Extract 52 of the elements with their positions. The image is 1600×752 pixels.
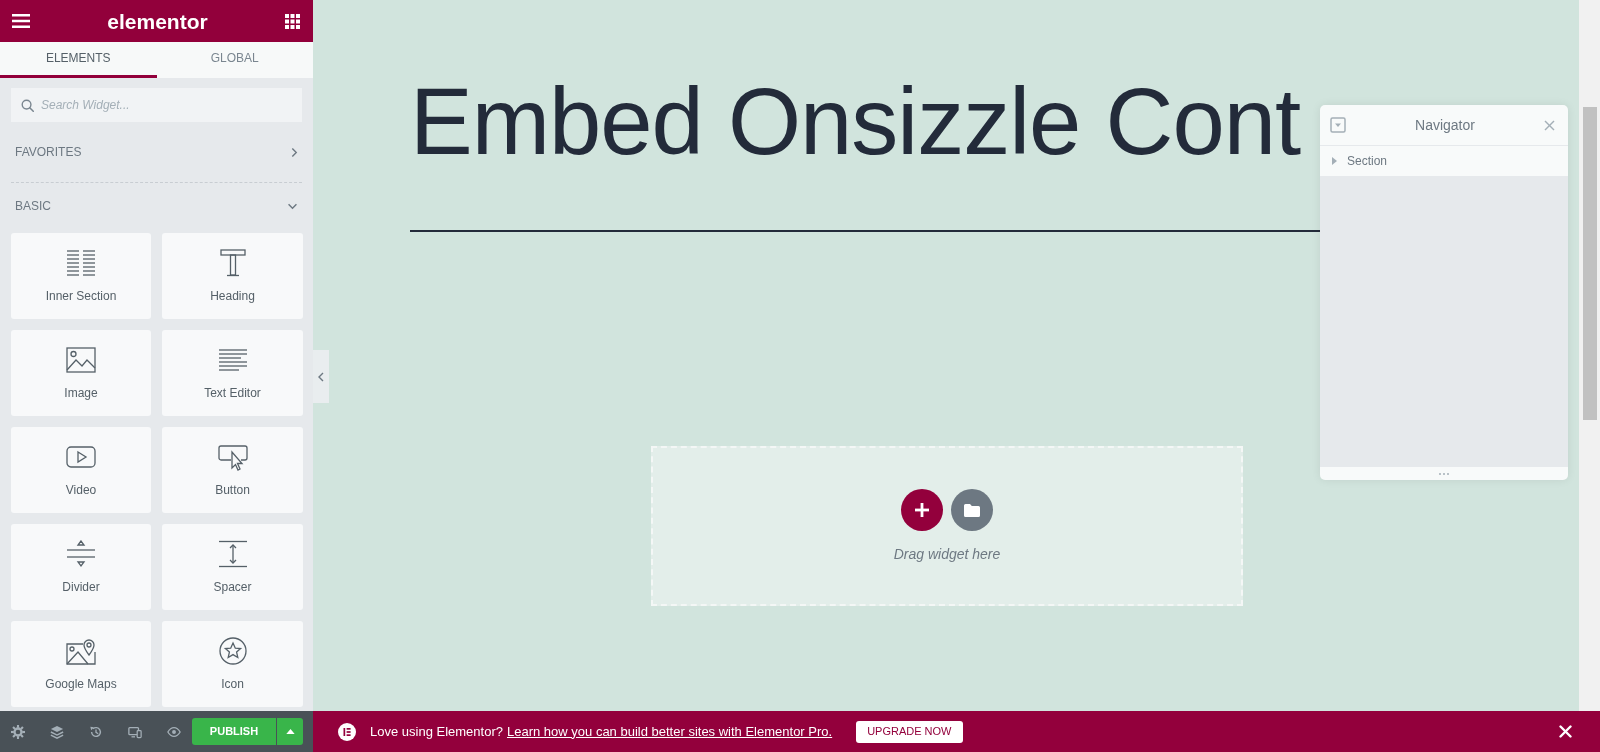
category-toggle[interactable]: BASIC (0, 186, 313, 226)
logo-icon (338, 722, 356, 741)
devices-icon[interactable] (128, 724, 142, 739)
folder-icon (964, 503, 980, 517)
widget-card[interactable]: Text Editor (162, 330, 303, 416)
add-section-button[interactable] (901, 489, 943, 531)
image-icon (66, 346, 96, 374)
navigator-title: Navigator (1415, 115, 1475, 135)
layers-icon[interactable] (50, 724, 64, 739)
plus-icon (915, 503, 929, 517)
star-circle-icon (217, 637, 248, 665)
page-heading: Embed Onsizzle Cont (410, 75, 1301, 169)
widget-card[interactable]: Video (11, 427, 151, 513)
letter-t-icon (217, 249, 248, 277)
app-logo: elementor (107, 10, 208, 32)
promo-link[interactable]: Learn how you can build better sites with Elementor Pro. (507, 721, 833, 742)
drop-hint-text: Drag widget here (893, 545, 1001, 564)
widget-card[interactable]: Google Maps (11, 621, 151, 707)
video-play-icon (66, 443, 96, 471)
eye-icon[interactable] (167, 724, 181, 739)
apps-grid-icon[interactable] (285, 13, 300, 29)
panel-tab[interactable]: GLOBAL (156, 42, 313, 78)
category-toggle[interactable]: FAVORITES (0, 132, 313, 172)
spacer-icon (217, 540, 248, 568)
navigator-item[interactable]: Section (1320, 146, 1568, 176)
promo-text: Love using Elementor? (370, 722, 503, 741)
menu-icon[interactable] (12, 14, 30, 28)
upgrade-button[interactable]: UPGRADE NOW (856, 720, 963, 743)
search-icon (21, 99, 34, 112)
gear-icon[interactable] (11, 724, 25, 739)
chevron-left-icon (318, 371, 324, 382)
widget-card[interactable]: Image (11, 330, 151, 416)
widget-card[interactable]: Inner Section (11, 233, 151, 319)
dropdown-square-icon[interactable] (1330, 117, 1346, 133)
history-icon[interactable] (89, 724, 103, 739)
widget-card[interactable]: Spacer (162, 524, 303, 610)
widget-card[interactable]: Button (162, 427, 303, 513)
text-columns-icon (66, 249, 96, 277)
panel-tab[interactable]: ELEMENTS (0, 42, 157, 78)
resize-handle-icon[interactable] (1439, 472, 1449, 475)
cursor-click-icon (217, 443, 248, 471)
divider-icon (66, 540, 96, 568)
widget-card[interactable]: Heading (162, 233, 303, 319)
caret-up-icon (285, 729, 295, 734)
widget-card[interactable]: Icon (162, 621, 303, 707)
publish-options-button[interactable] (277, 718, 303, 745)
template-library-button[interactable] (951, 489, 993, 531)
text-lines-icon (217, 346, 248, 374)
map-pin-icon (66, 637, 96, 665)
scrollbar-thumb[interactable] (1583, 107, 1597, 420)
widget-card[interactable]: Divider (11, 524, 151, 610)
search-field[interactable]: Search Widget... (11, 88, 302, 122)
